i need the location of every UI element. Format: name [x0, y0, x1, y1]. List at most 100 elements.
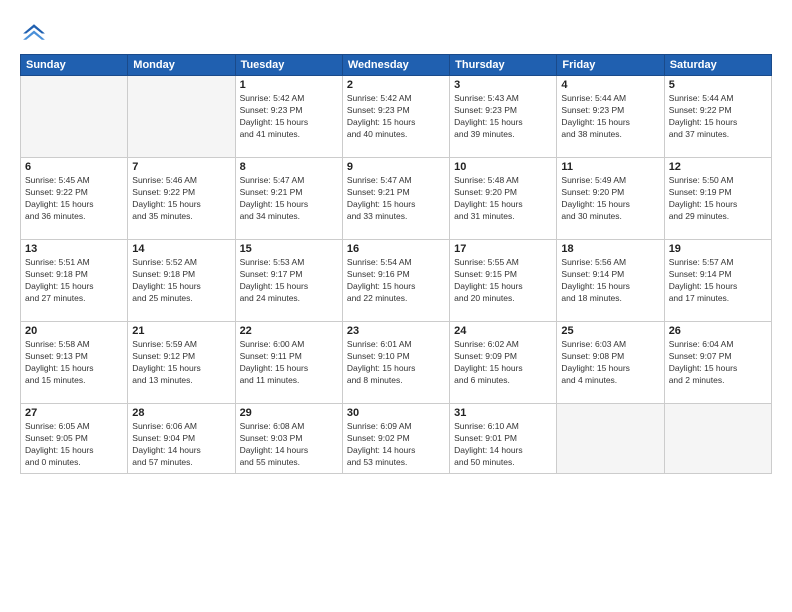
day-number: 13	[25, 243, 123, 255]
day-number: 8	[240, 161, 338, 173]
day-number: 23	[347, 325, 445, 337]
day-info: Sunrise: 6:00 AMSunset: 9:11 PMDaylight:…	[240, 339, 338, 387]
day-info: Sunrise: 5:50 AMSunset: 9:19 PMDaylight:…	[669, 175, 767, 223]
day-number: 3	[454, 79, 552, 91]
calendar-cell: 24Sunrise: 6:02 AMSunset: 9:09 PMDayligh…	[450, 322, 557, 404]
calendar-cell: 25Sunrise: 6:03 AMSunset: 9:08 PMDayligh…	[557, 322, 664, 404]
calendar-cell: 22 Sunrise: 6:00 AMSunset: 9:11 PMDayligh…	[235, 322, 342, 404]
day-number: 15	[240, 243, 338, 255]
day-number: 10	[454, 161, 552, 173]
day-info: Sunrise: 5:51 AMSunset: 9:18 PMDaylight:…	[25, 257, 123, 305]
calendar-cell: 4 Sunrise: 5:44 AMSunset: 9:23 PMDaylight…	[557, 76, 664, 158]
day-info: Sunrise: 5:54 AMSunset: 9:16 PMDaylight:…	[347, 257, 445, 305]
calendar-cell	[128, 76, 235, 158]
day-number: 19	[669, 243, 767, 255]
logo-icon	[20, 18, 48, 46]
day-info: Sunrise: 5:58 AMSunset: 9:13 PMDaylight:…	[25, 339, 123, 387]
calendar-cell: 12 Sunrise: 5:50 AMSunset: 9:19 PMDayligh…	[664, 158, 771, 240]
day-info: Sunrise: 6:09 AMSunset: 9:02 PMDaylight:…	[347, 421, 445, 469]
calendar-cell: 16 Sunrise: 5:54 AMSunset: 9:16 PMDayligh…	[342, 240, 449, 322]
calendar-cell: 26 Sunrise: 6:04 AMSunset: 9:07 PMDayligh…	[664, 322, 771, 404]
weekday-header-sunday: Sunday	[21, 55, 128, 76]
day-info: Sunrise: 5:46 AMSunset: 9:22 PMDaylight:…	[132, 175, 230, 223]
day-info: Sunrise: 5:43 AMSunset: 9:23 PMDaylight:…	[454, 93, 552, 141]
calendar-cell: 2 Sunrise: 5:42 AMSunset: 9:23 PMDaylight…	[342, 76, 449, 158]
day-info: Sunrise: 5:48 AMSunset: 9:20 PMDaylight:…	[454, 175, 552, 223]
weekday-header-friday: Friday	[557, 55, 664, 76]
calendar-cell: 20 Sunrise: 5:58 AMSunset: 9:13 PMDayligh…	[21, 322, 128, 404]
day-number: 4	[561, 79, 659, 91]
calendar-cell: 21Sunrise: 5:59 AMSunset: 9:12 PMDayligh…	[128, 322, 235, 404]
day-info: Sunrise: 5:44 AMSunset: 9:22 PMDaylight:…	[669, 93, 767, 141]
weekday-header-monday: Monday	[128, 55, 235, 76]
day-number: 22	[240, 325, 338, 337]
day-number: 20	[25, 325, 123, 337]
header	[20, 18, 772, 46]
calendar-cell: 29 Sunrise: 6:08 AMSunset: 9:03 PMDayligh…	[235, 404, 342, 474]
calendar-cell: 15 Sunrise: 5:53 AMSunset: 9:17 PMDayligh…	[235, 240, 342, 322]
calendar-week-row: 1 Sunrise: 5:42 AMSunset: 9:23 PMDaylight…	[21, 76, 772, 158]
calendar-cell: 31 Sunrise: 6:10 AMSunset: 9:01 PMDayligh…	[450, 404, 557, 474]
calendar-cell: 10 Sunrise: 5:48 AMSunset: 9:20 PMDayligh…	[450, 158, 557, 240]
day-number: 28	[132, 407, 230, 419]
day-info: Sunrise: 5:53 AMSunset: 9:17 PMDaylight:…	[240, 257, 338, 305]
calendar-cell: 23 Sunrise: 6:01 AMSunset: 9:10 PMDayligh…	[342, 322, 449, 404]
calendar-cell: 3 Sunrise: 5:43 AMSunset: 9:23 PMDaylight…	[450, 76, 557, 158]
logo	[20, 18, 52, 46]
day-info: Sunrise: 5:44 AMSunset: 9:23 PMDaylight:…	[561, 93, 659, 141]
day-number: 6	[25, 161, 123, 173]
day-info: Sunrise: 5:47 AMSunset: 9:21 PMDaylight:…	[240, 175, 338, 223]
day-info: Sunrise: 6:08 AMSunset: 9:03 PMDaylight:…	[240, 421, 338, 469]
calendar-cell: 14Sunrise: 5:52 AMSunset: 9:18 PMDayligh…	[128, 240, 235, 322]
day-number: 7	[132, 161, 230, 173]
day-info: Sunrise: 5:55 AMSunset: 9:15 PMDaylight:…	[454, 257, 552, 305]
weekday-header-saturday: Saturday	[664, 55, 771, 76]
day-info: Sunrise: 6:10 AMSunset: 9:01 PMDaylight:…	[454, 421, 552, 469]
page: SundayMondayTuesdayWednesdayThursdayFrid…	[0, 0, 792, 612]
day-info: Sunrise: 5:56 AMSunset: 9:14 PMDaylight:…	[561, 257, 659, 305]
calendar-cell: 5Sunrise: 5:44 AMSunset: 9:22 PMDaylight…	[664, 76, 771, 158]
day-number: 9	[347, 161, 445, 173]
calendar-cell: 1Sunrise: 5:42 AMSunset: 9:23 PMDaylight…	[235, 76, 342, 158]
day-number: 2	[347, 79, 445, 91]
day-number: 12	[669, 161, 767, 173]
calendar-cell	[557, 404, 664, 474]
calendar-cell: 18 Sunrise: 5:56 AMSunset: 9:14 PMDayligh…	[557, 240, 664, 322]
day-info: Sunrise: 6:05 AMSunset: 9:05 PMDaylight:…	[25, 421, 123, 469]
day-info: Sunrise: 5:57 AMSunset: 9:14 PMDaylight:…	[669, 257, 767, 305]
day-number: 17	[454, 243, 552, 255]
calendar-cell	[664, 404, 771, 474]
day-number: 14	[132, 243, 230, 255]
calendar-cell: 6 Sunrise: 5:45 AMSunset: 9:22 PMDaylight…	[21, 158, 128, 240]
calendar-cell: 8 Sunrise: 5:47 AMSunset: 9:21 PMDaylight…	[235, 158, 342, 240]
day-info: Sunrise: 6:06 AMSunset: 9:04 PMDaylight:…	[132, 421, 230, 469]
calendar-cell: 9 Sunrise: 5:47 AMSunset: 9:21 PMDaylight…	[342, 158, 449, 240]
day-info: Sunrise: 5:49 AMSunset: 9:20 PMDaylight:…	[561, 175, 659, 223]
calendar-cell: 11 Sunrise: 5:49 AMSunset: 9:20 PMDayligh…	[557, 158, 664, 240]
day-number: 16	[347, 243, 445, 255]
calendar-cell: 28 Sunrise: 6:06 AMSunset: 9:04 PMDayligh…	[128, 404, 235, 474]
calendar-table: SundayMondayTuesdayWednesdayThursdayFrid…	[20, 54, 772, 474]
day-number: 29	[240, 407, 338, 419]
calendar-cell: 30 Sunrise: 6:09 AMSunset: 9:02 PMDayligh…	[342, 404, 449, 474]
weekday-header-tuesday: Tuesday	[235, 55, 342, 76]
day-info: Sunrise: 6:03 AMSunset: 9:08 PMDaylight:…	[561, 339, 659, 387]
day-info: Sunrise: 6:01 AMSunset: 9:10 PMDaylight:…	[347, 339, 445, 387]
calendar-week-row: 27Sunrise: 6:05 AMSunset: 9:05 PMDayligh…	[21, 404, 772, 474]
weekday-header-thursday: Thursday	[450, 55, 557, 76]
calendar-cell: 17 Sunrise: 5:55 AMSunset: 9:15 PMDayligh…	[450, 240, 557, 322]
day-info: Sunrise: 5:45 AMSunset: 9:22 PMDaylight:…	[25, 175, 123, 223]
weekday-header-wednesday: Wednesday	[342, 55, 449, 76]
day-number: 26	[669, 325, 767, 337]
day-info: Sunrise: 6:02 AMSunset: 9:09 PMDaylight:…	[454, 339, 552, 387]
day-number: 30	[347, 407, 445, 419]
day-number: 21	[132, 325, 230, 337]
day-number: 11	[561, 161, 659, 173]
calendar-week-row: 13 Sunrise: 5:51 AMSunset: 9:18 PMDayligh…	[21, 240, 772, 322]
day-number: 18	[561, 243, 659, 255]
day-info: Sunrise: 5:42 AMSunset: 9:23 PMDaylight:…	[347, 93, 445, 141]
day-number: 1	[240, 79, 338, 91]
day-info: Sunrise: 6:04 AMSunset: 9:07 PMDaylight:…	[669, 339, 767, 387]
day-number: 31	[454, 407, 552, 419]
day-info: Sunrise: 5:47 AMSunset: 9:21 PMDaylight:…	[347, 175, 445, 223]
